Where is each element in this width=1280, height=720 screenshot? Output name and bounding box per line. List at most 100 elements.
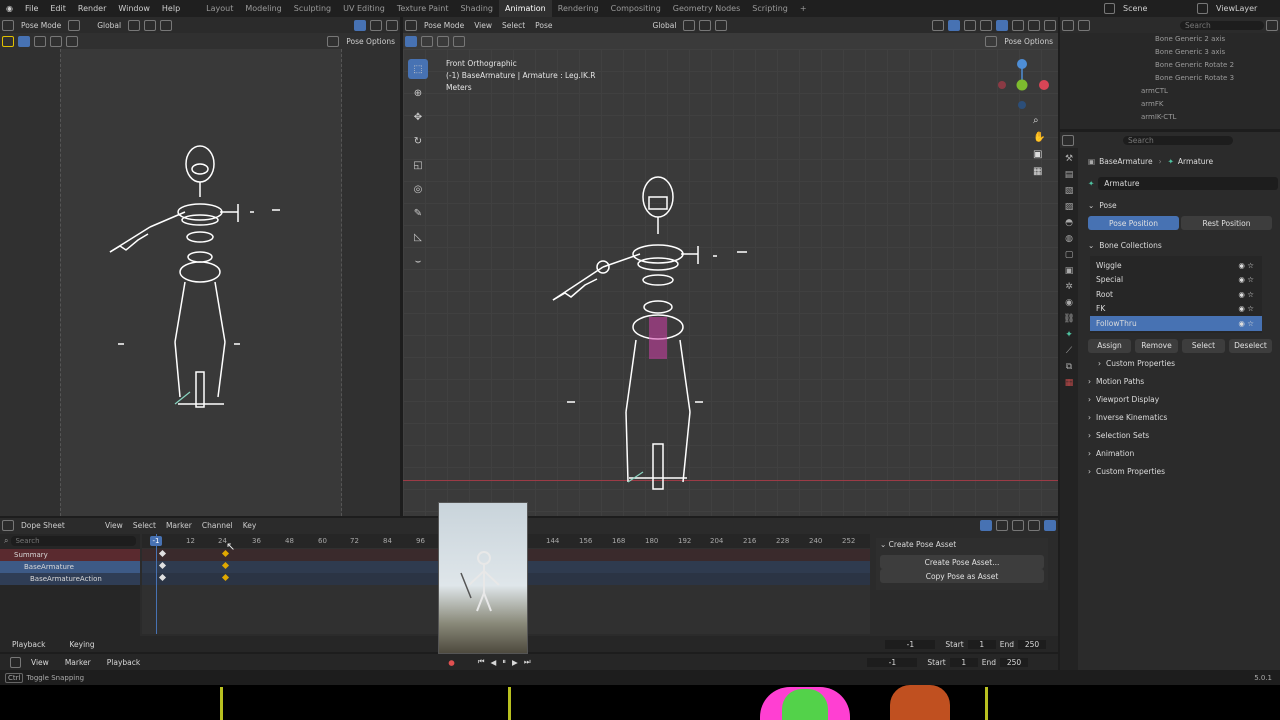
relax-tool[interactable]: ⌣ [408,251,428,271]
filter-icon[interactable] [1012,519,1024,531]
measure-tool[interactable]: ◺ [408,227,428,247]
timeline-current-frame[interactable]: -1 [867,657,918,667]
menu-window[interactable]: Window [112,0,156,17]
outliner-item[interactable]: Bone Generic 3 axis [1155,46,1280,59]
select-button[interactable]: Select [1182,338,1225,353]
bone-tab-icon[interactable]: ⟋ [1066,346,1072,356]
panel-selection-sets[interactable]: › Selection Sets [1082,427,1278,445]
pose-panel-header[interactable]: ⌄ Pose [1082,196,1278,214]
menu-pose[interactable]: Pose [530,21,557,30]
snapping-icon[interactable] [1028,519,1040,531]
world-tab-icon[interactable]: ◍ [1065,234,1073,244]
pan-hand-icon[interactable]: ✋ [1033,132,1045,143]
ghost-icon[interactable] [996,519,1008,531]
texture-tab-icon[interactable]: ▦ [1065,378,1074,388]
editor-type-icon[interactable] [405,19,417,31]
annotate-tool[interactable]: ✎ [408,203,428,223]
tab-layout[interactable]: Layout [200,0,239,17]
select-invert-icon[interactable] [66,35,78,47]
view-layer-tab-icon[interactable]: ▨ [1065,202,1074,212]
xray-icon[interactable] [370,19,382,31]
editor-type-icon[interactable] [1062,19,1074,31]
outliner-search-input[interactable]: Search [1180,20,1264,30]
list-item[interactable]: Root ◉ ☆ [1090,287,1262,302]
end-frame-field[interactable]: 250 [1018,639,1046,649]
render-tab-icon[interactable]: ▤ [1065,170,1074,180]
remove-button[interactable]: Remove [1135,338,1178,353]
select-mode-icon[interactable] [405,35,417,47]
transform-affect-icon[interactable] [985,35,998,47]
display-mode-icon[interactable] [1078,19,1090,31]
shading-wire-icon[interactable] [996,19,1008,31]
current-frame-field[interactable]: -1 [885,639,936,649]
panel-animation[interactable]: › Animation [1082,445,1278,463]
panel-inverse-kinematics[interactable]: › Inverse Kinematics [1082,409,1278,427]
proportional-icon[interactable] [715,19,728,31]
pose-position-button[interactable]: Pose Position [1088,216,1179,230]
pivot-icon[interactable] [683,19,696,31]
pivot-icon[interactable] [128,19,141,31]
main-pose-options[interactable]: Pose Options [999,37,1058,46]
properties-editor[interactable]: Search ⚒ ▤ ▧ ▨ ◓ ◍ ▢ ▣ ✲ ◉ ⛓ ✦ ⟋ ⧉ ▦ ▣ B… [1060,132,1280,670]
menu-view[interactable]: View [23,658,57,667]
bone-collections-header[interactable]: ⌄ Bone Collections [1082,236,1278,254]
outliner[interactable]: Search Bone Generic 2 axis Bone Generic … [1060,17,1280,129]
start-frame-field[interactable]: 1 [967,639,996,649]
properties-search-input[interactable]: Search [1123,135,1233,145]
editor-type-icon[interactable] [10,656,21,668]
list-item[interactable]: Special ◉ ☆ [1090,273,1262,288]
only-selected-icon[interactable] [980,519,992,531]
transform-tool[interactable]: ◎ [408,179,428,199]
jump-end-icon[interactable]: ⏭ [521,657,534,667]
channel-armature[interactable]: BaseArmature [0,561,140,573]
camera-icon[interactable]: ▣ [1033,149,1045,160]
menu-playback[interactable]: Playback [99,658,148,667]
main-viewport[interactable]: Pose Mode View Select Pose Global Pose O… [403,17,1058,516]
snap-icon[interactable] [144,19,157,31]
select-subtract-icon[interactable] [437,35,449,47]
deselect-button[interactable]: Deselect [1229,338,1272,353]
overlay-icon[interactable] [964,19,976,31]
select-extend-icon[interactable] [34,35,46,47]
select-box-tool[interactable]: ⬚ [408,59,428,79]
custom-properties-subpanel[interactable]: › Custom Properties [1082,355,1278,373]
shading-solid-icon[interactable] [386,19,398,31]
timeline-end-field[interactable]: 250 [1000,657,1028,667]
select-mode-icon[interactable] [18,35,30,47]
collection-tab-icon[interactable]: ▢ [1065,250,1074,260]
scene-tab-icon[interactable]: ◓ [1065,218,1073,228]
tab-rendering[interactable]: Rendering [552,0,605,17]
menu-select[interactable]: Select [128,521,161,530]
menu-file[interactable]: File [19,0,44,17]
proportional-icon[interactable] [160,19,173,31]
menu-view[interactable]: View [100,521,128,530]
outliner-item[interactable]: Bone Generic Rotate 2 [1155,59,1280,72]
overlay-icon[interactable] [354,19,366,31]
pause-icon[interactable]: ⏸ [499,657,509,667]
tab-texture-paint[interactable]: Texture Paint [391,0,455,17]
create-pose-asset-button[interactable]: Create Pose Asset... [880,555,1044,569]
timeline-start-field[interactable]: 1 [949,657,978,667]
playhead-frame-label[interactable]: -1 [150,536,162,546]
tab-animation[interactable]: Animation [498,0,552,18]
add-workspace-button[interactable]: + [794,0,813,17]
keying-menu[interactable]: Keying [57,640,106,649]
zoom-icon[interactable]: ⌕ [1033,115,1045,126]
scene-selector[interactable]: Scene [1117,0,1195,17]
prev-key-icon[interactable]: ◀ [488,658,500,667]
outliner-item[interactable]: armCTL [1141,85,1280,98]
select-tool-icon[interactable] [2,35,14,47]
modifier-tab-icon[interactable]: ✲ [1065,282,1073,292]
left-pose-options[interactable]: Pose Options [341,37,400,46]
rest-position-button[interactable]: Rest Position [1181,216,1272,230]
tab-sculpting[interactable]: Sculpting [288,0,337,17]
eye-icon[interactable]: ◉ ☆ [1238,319,1254,328]
outliner-item[interactable]: Bone Generic Rotate 3 [1155,72,1280,85]
object-tab-icon[interactable]: ▣ [1065,266,1074,276]
shading-material-icon[interactable] [1028,19,1040,31]
assign-button[interactable]: Assign [1088,338,1131,353]
select-extend-icon[interactable] [421,35,433,47]
channel-summary[interactable]: Summary [0,549,140,561]
tab-compositing[interactable]: Compositing [605,0,667,17]
physics-tab-icon[interactable]: ◉ [1065,298,1073,308]
